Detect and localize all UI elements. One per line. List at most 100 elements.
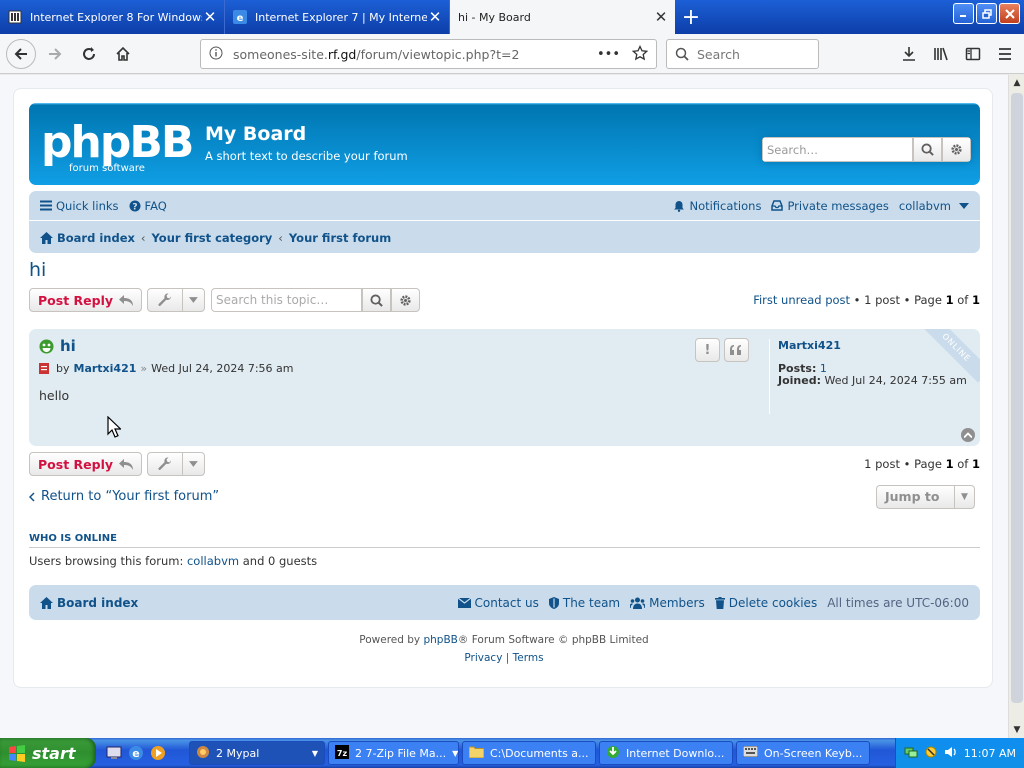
info-icon[interactable]: [209, 46, 223, 63]
browser-tab-ie7[interactable]: e Internet Explorer 7 | My Internet Expl…: [225, 0, 450, 34]
ie-icon: e: [233, 10, 247, 24]
home-icon: [116, 46, 130, 61]
post-title[interactable]: hi: [60, 337, 76, 355]
scroll-down-arrow[interactable]: ▼: [1009, 722, 1024, 738]
chevron-right-icon: ‹: [140, 230, 146, 245]
close-window-button[interactable]: [999, 3, 1020, 24]
page-total: 1: [971, 293, 980, 307]
the-team-label: The team: [562, 595, 621, 610]
browser-tab-ie8[interactable]: Internet Explorer 8 For Windows XP ✕: [0, 0, 225, 34]
taskbar-item-explorer[interactable]: C:\Documents a...: [462, 741, 596, 765]
reload-button[interactable]: [74, 39, 104, 69]
phpbb-logo[interactable]: phpBB forum software: [41, 117, 194, 174]
browser-tab-active[interactable]: hi - My Board ✕: [450, 0, 675, 34]
contact-us-link[interactable]: Contact us: [457, 595, 539, 610]
topic-tools-button[interactable]: [147, 288, 205, 312]
members-link[interactable]: Members: [630, 596, 705, 610]
header-search-input[interactable]: Search…: [762, 137, 913, 162]
bell-icon: [674, 200, 685, 212]
taskbar-item-osk[interactable]: On-Screen Keyb...: [736, 741, 870, 765]
volume-icon[interactable]: [944, 745, 958, 762]
faq-label: FAQ: [144, 198, 167, 213]
breadcrumb-category[interactable]: Your first category: [152, 231, 273, 245]
topic-title[interactable]: hi: [29, 259, 46, 281]
forum-wrap: phpBB forum software My Board A short te…: [13, 88, 993, 688]
post-reply-button[interactable]: Post Reply: [29, 452, 142, 476]
home-button[interactable]: [108, 39, 138, 69]
clock[interactable]: 11:07 AM: [964, 747, 1016, 760]
sidebar-button[interactable]: [958, 39, 988, 69]
close-icon[interactable]: ✕: [653, 8, 669, 26]
site-description: A short text to describe your forum: [205, 149, 408, 163]
svg-text:e: e: [237, 13, 244, 24]
post-reply-button[interactable]: Post Reply: [29, 288, 142, 312]
menu-button[interactable]: [990, 39, 1020, 69]
topic-search: Search this topic…: [211, 288, 420, 312]
back-to-top-button[interactable]: [961, 428, 975, 442]
vertical-scrollbar[interactable]: ▲ ▼: [1008, 75, 1024, 738]
close-icon[interactable]: ✕: [202, 8, 218, 26]
taskbar-item-7zip[interactable]: 7z 2 7-Zip File Ma... ▼: [328, 741, 459, 765]
first-unread-link[interactable]: First unread post: [753, 293, 850, 307]
jump-to-button[interactable]: Jump to ▼: [876, 485, 975, 509]
desktop-icon[interactable]: [106, 745, 122, 761]
scroll-up-arrow[interactable]: ▲: [1009, 75, 1024, 91]
breadcrumb-forum[interactable]: Your first forum: [289, 231, 391, 245]
library-button[interactable]: [926, 39, 956, 69]
scroll-thumb[interactable]: [1011, 93, 1023, 703]
terms-link[interactable]: Terms: [513, 652, 544, 664]
forward-button[interactable]: [40, 39, 70, 69]
taskbar-item-idm[interactable]: Internet Downlo...: [599, 741, 733, 765]
topic-advanced-search-button[interactable]: [391, 288, 420, 312]
delete-cookies-link[interactable]: Delete cookies: [714, 596, 817, 610]
browser-search-box[interactable]: Search: [666, 39, 819, 69]
back-button[interactable]: [6, 38, 36, 69]
ie-icon[interactable]: e: [128, 745, 144, 761]
report-button[interactable]: !: [695, 338, 720, 362]
contact-us-label: Contact us: [474, 595, 539, 610]
topic-tools-button[interactable]: [147, 452, 205, 476]
topic-search-button[interactable]: [362, 288, 391, 312]
downloads-button[interactable]: [894, 39, 924, 69]
online-user-link[interactable]: collabvm: [187, 554, 239, 568]
system-tray: 11:07 AM: [894, 738, 1024, 768]
tab-label: hi - My Board: [458, 10, 531, 24]
window-controls: [953, 3, 1020, 24]
post-icon[interactable]: [39, 363, 49, 374]
browser-tab-strip: Internet Explorer 8 For Windows XP ✕ e I…: [0, 0, 1024, 34]
bookmark-star-icon[interactable]: [631, 44, 649, 64]
close-icon[interactable]: ✕: [427, 8, 443, 26]
breadcrumb-board-index[interactable]: Board index: [57, 231, 135, 245]
trash-icon: [714, 596, 725, 609]
footer-separator: |: [505, 652, 510, 664]
page-actions-icon[interactable]: •••: [597, 47, 620, 62]
private-messages-link[interactable]: Private messages: [771, 199, 889, 213]
url-bar[interactable]: someones-site.rf.gd/forum/viewtopic.php?…: [200, 39, 657, 69]
topic-search-input[interactable]: Search this topic…: [211, 288, 362, 312]
quote-button[interactable]: [724, 338, 749, 362]
faq-link[interactable]: ? FAQ: [129, 199, 167, 213]
pagination-separator: •: [850, 293, 865, 307]
notifications-link[interactable]: Notifications: [673, 199, 761, 213]
return-to-forum-link[interactable]: Return to “Your first forum”: [29, 489, 219, 504]
hamburger-menu-icon: [999, 48, 1011, 60]
windows-logo-icon: [9, 745, 25, 762]
start-button[interactable]: start: [0, 738, 96, 768]
new-tab-button[interactable]: +: [675, 0, 707, 34]
media-player-icon[interactable]: [150, 745, 166, 761]
footer-links: Privacy | Terms: [14, 649, 994, 667]
phpbb-link[interactable]: phpBB: [423, 634, 457, 646]
footer-board-index-link[interactable]: Board index: [40, 596, 138, 610]
header-search-button[interactable]: [913, 137, 942, 162]
post-author[interactable]: Martxi421: [74, 362, 137, 375]
restore-button[interactable]: [976, 3, 997, 24]
minimize-button[interactable]: [953, 3, 974, 24]
privacy-link[interactable]: Privacy: [464, 652, 502, 664]
quick-links-menu[interactable]: Quick links: [40, 199, 119, 213]
tool-icon[interactable]: [924, 745, 938, 762]
taskbar-item-mypal[interactable]: 2 Mypal ▼: [189, 741, 325, 765]
user-menu[interactable]: collabvm: [899, 199, 969, 213]
advanced-search-button[interactable]: [942, 137, 971, 162]
the-team-link[interactable]: The team: [548, 595, 621, 610]
network-icon[interactable]: [904, 745, 918, 762]
